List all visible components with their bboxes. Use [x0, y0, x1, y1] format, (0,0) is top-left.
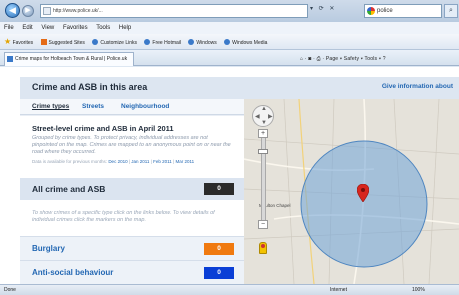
url-text: http://www.police.uk/... [53, 8, 103, 14]
fav-free-hotmail[interactable]: Free Hotmail [152, 40, 181, 46]
tab-police-uk[interactable]: Crime maps for Holbeach Town & Rural | P… [4, 52, 134, 66]
print-icon[interactable]: ⎙ [317, 56, 321, 62]
search-radius-circle [300, 140, 428, 268]
location-marker-icon[interactable] [357, 184, 369, 202]
tab-crime-types[interactable]: Crime types [32, 103, 69, 110]
crime-panel: Crime types Streets Neighbourhood Street… [20, 99, 244, 284]
month-link[interactable]: Jan 2011 [131, 159, 149, 164]
pan-down-icon[interactable]: ▼ [261, 120, 267, 126]
help-icon[interactable]: ? [383, 56, 386, 62]
menu-favorites[interactable]: Favorites [63, 25, 88, 31]
fav-suggested-sites[interactable]: Suggested Sites [49, 40, 85, 46]
zoom-slider-thumb[interactable] [258, 149, 268, 154]
command-safety[interactable]: Safety [344, 56, 359, 62]
pan-left-icon[interactable]: ◀ [255, 113, 260, 120]
street-view-pegman-icon[interactable] [259, 242, 267, 254]
tab-neighbourhood[interactable]: Neighbourhood [121, 103, 169, 110]
zoom-out-button[interactable]: − [258, 220, 268, 229]
category-burglary[interactable]: Burglary 0 [20, 236, 244, 260]
ie-icon [188, 39, 195, 45]
description-text: Grouped by crime types. To protect priva… [32, 135, 231, 155]
category-count: 0 [204, 267, 234, 279]
all-crime-count: 0 [204, 183, 234, 195]
page-title: Crime and ASB in this area [32, 82, 148, 92]
crime-subtabs: Crime types Streets Neighbourhood [20, 99, 244, 115]
dates-prefix: Data is available for previous months: [32, 159, 108, 164]
description-block: Street-level crime and ASB in April 2011… [20, 116, 244, 178]
zoom-level[interactable]: 100% [412, 285, 425, 295]
crime-map[interactable]: Moulton Chapel ▲ ◀ ▶ ▼ + − [244, 99, 459, 284]
previous-months: Data is available for previous months: D… [32, 159, 195, 164]
search-query: police [377, 8, 393, 14]
command-bar: ⌂ · ◙ · ⎙ · Page ▾ Safety ▾ Tools ▾ ? [300, 56, 386, 62]
month-link[interactable]: Dec 2010 [108, 159, 127, 164]
menu-edit[interactable]: Edit [22, 25, 32, 31]
give-information-link[interactable]: Give information about [382, 83, 453, 90]
pan-right-icon[interactable]: ▶ [268, 113, 273, 120]
ie-icon [144, 39, 151, 45]
category-anti-social-behaviour[interactable]: Anti-social behaviour 0 [20, 260, 244, 284]
map-canvas [244, 99, 459, 284]
search-icon[interactable]: ⌕ [444, 4, 458, 18]
suggested-sites-icon [40, 39, 47, 45]
menu-help[interactable]: Help [119, 25, 131, 31]
security-zone: Internet [330, 287, 347, 293]
tab-streets[interactable]: Streets [82, 103, 104, 110]
status-text: Done [4, 287, 16, 293]
web-content: Crime and ASB in this area Give informat… [0, 67, 459, 284]
search-provider-icon [367, 7, 375, 15]
page-icon [43, 7, 51, 15]
refresh-stop-icons[interactable]: ▾ ⟳ ✕ [310, 5, 362, 17]
status-bar: Done Internet 100% [0, 284, 459, 295]
pan-control[interactable]: ▲ ◀ ▶ ▼ [252, 105, 274, 127]
tab-bar: Crime maps for Holbeach Town & Rural | P… [0, 50, 459, 66]
favorites-bar: ★ Favorites Suggested Sites Customize Li… [0, 34, 459, 50]
zoom-in-button[interactable]: + [258, 129, 268, 138]
favorites-star-icon[interactable]: ★ [4, 37, 11, 46]
section-heading: Street-level crime and ASB in April 2011 [32, 124, 174, 133]
back-button[interactable]: ◀ [5, 3, 20, 18]
menu-tools[interactable]: Tools [96, 25, 110, 31]
month-link[interactable]: Mar 2011 [175, 159, 194, 164]
category-label[interactable]: Anti-social behaviour [32, 268, 113, 277]
command-tools[interactable]: Tools [365, 56, 378, 62]
feeds-icon[interactable]: ◙ [308, 56, 311, 62]
forward-button[interactable]: ▶ [22, 5, 34, 17]
police-uk-favicon [7, 56, 13, 62]
month-link[interactable]: Feb 2011 [153, 159, 172, 164]
fav-windows[interactable]: Windows [196, 40, 216, 46]
home-icon[interactable]: ⌂ [300, 56, 303, 62]
pan-up-icon[interactable]: ▲ [261, 106, 267, 112]
menu-view[interactable]: View [41, 25, 54, 31]
address-input[interactable]: http://www.police.uk/... [40, 4, 308, 18]
category-label[interactable]: Burglary [32, 244, 65, 253]
menu-file[interactable]: File [4, 25, 14, 31]
page-header: Crime and ASB in this area Give informat… [20, 77, 459, 99]
search-input[interactable]: police [364, 4, 442, 18]
all-crime-row[interactable]: All crime and ASB 0 [20, 178, 244, 200]
browser-window: ◀ ▶ http://www.police.uk/... ▾ ⟳ ✕ polic… [0, 0, 459, 295]
tab-title: Crime maps for Holbeach Town & Rural | P… [15, 56, 128, 62]
favorites-button[interactable]: Favorites [13, 40, 34, 46]
all-crime-label: All crime and ASB [32, 184, 106, 194]
menu-bar: File Edit View Favorites Tools Help [0, 22, 459, 34]
hint-text: To show crimes of a specific type click … [20, 200, 244, 236]
ie-icon [224, 39, 231, 45]
fav-customize-links[interactable]: Customize Links [100, 40, 137, 46]
command-page[interactable]: Page [326, 56, 338, 62]
address-bar-row: ◀ ▶ http://www.police.uk/... ▾ ⟳ ✕ polic… [0, 0, 459, 22]
fav-windows-media[interactable]: Windows Media [232, 40, 267, 46]
ie-icon [92, 39, 99, 45]
category-count: 0 [204, 243, 234, 255]
